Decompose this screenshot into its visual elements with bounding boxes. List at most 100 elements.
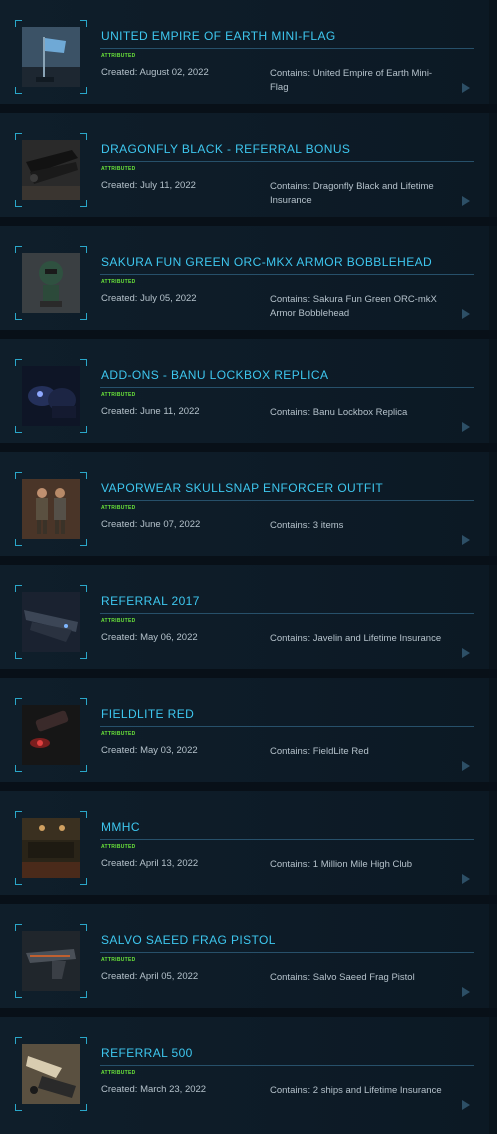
title-divider <box>100 48 474 49</box>
thumbnail-frame[interactable] <box>15 924 87 998</box>
expand-arrow-icon[interactable] <box>462 1100 470 1110</box>
item-separator <box>0 443 497 452</box>
javelin-thumbnail <box>22 592 80 652</box>
thumbnail-frame[interactable] <box>15 133 87 207</box>
thumbnail-frame[interactable] <box>15 1037 87 1111</box>
contains-text: Contains: 3 items <box>270 520 344 531</box>
contains-text: Contains: Sakura Fun Green ORC-mkX Armor… <box>270 294 437 319</box>
item-title[interactable]: REFERRAL 500 <box>101 1046 193 1060</box>
item-title[interactable]: SALVO SAEED FRAG PISTOL <box>101 933 276 947</box>
contains-text: Contains: Salvo Saeed Frag Pistol <box>270 972 415 983</box>
item-title[interactable]: DRAGONFLY BLACK - REFERRAL BONUS <box>101 142 350 156</box>
expand-arrow-icon[interactable] <box>462 196 470 206</box>
pledge-item[interactable]: SAKURA FUN GREEN ORC-MKX ARMOR BOBBLEHEA… <box>0 226 489 330</box>
expand-arrow-icon[interactable] <box>462 535 470 545</box>
thumbnail-frame[interactable] <box>15 20 87 94</box>
status-badge: ATTRIBUTED <box>101 1070 136 1076</box>
item-separator <box>0 1008 497 1017</box>
lockbox-thumbnail <box>22 366 80 426</box>
thumbnail-frame[interactable] <box>15 811 87 885</box>
status-badge: ATTRIBUTED <box>101 618 136 624</box>
thumbnail-frame[interactable] <box>15 472 87 546</box>
thumbnail-frame[interactable] <box>15 359 87 433</box>
expand-arrow-icon[interactable] <box>462 874 470 884</box>
pledge-item[interactable]: ADD-ONS - BANU LOCKBOX REPLICA ATTRIBUTE… <box>0 339 489 443</box>
item-separator <box>0 782 497 791</box>
dragonfly-thumbnail <box>22 140 80 200</box>
expand-arrow-icon[interactable] <box>462 422 470 432</box>
bobblehead-thumbnail <box>22 253 80 313</box>
title-divider <box>100 839 474 840</box>
item-separator <box>0 330 497 339</box>
created-date: Created: June 07, 2022 <box>101 519 201 530</box>
status-badge: ATTRIBUTED <box>101 731 136 737</box>
contains-text: Contains: United Empire of Earth Mini-Fl… <box>270 68 433 93</box>
item-title[interactable]: UNITED EMPIRE OF EARTH MINI-FLAG <box>101 29 336 43</box>
expand-arrow-icon[interactable] <box>462 648 470 658</box>
expand-arrow-icon[interactable] <box>462 83 470 93</box>
club-thumbnail <box>22 818 80 878</box>
title-divider <box>100 613 474 614</box>
pledge-item[interactable]: REFERRAL 2017 ATTRIBUTED Created: May 06… <box>0 565 489 669</box>
pistol-thumbnail <box>22 931 80 991</box>
contains-text: Contains: Javelin and Lifetime Insurance <box>270 633 442 644</box>
item-title[interactable]: FIELDLITE RED <box>101 707 194 721</box>
item-title[interactable]: SAKURA FUN GREEN ORC-MKX ARMOR BOBBLEHEA… <box>101 255 432 269</box>
title-divider <box>100 952 474 953</box>
fieldlite-thumbnail <box>22 705 80 765</box>
item-separator <box>0 895 497 904</box>
item-title[interactable]: REFERRAL 2017 <box>101 594 200 608</box>
status-badge: ATTRIBUTED <box>101 957 136 963</box>
item-separator <box>0 669 497 678</box>
referral-ships-thumbnail <box>22 1044 80 1104</box>
contains-text: Contains: 1 Million Mile High Club <box>270 859 413 870</box>
pledge-item[interactable]: SALVO SAEED FRAG PISTOL ATTRIBUTED Creat… <box>0 904 489 1008</box>
item-title[interactable]: MMHC <box>101 820 140 834</box>
pledge-item[interactable]: UNITED EMPIRE OF EARTH MINI-FLAG ATTRIBU… <box>0 0 489 104</box>
title-divider <box>100 274 474 275</box>
status-badge: ATTRIBUTED <box>101 53 136 59</box>
created-date: Created: March 23, 2022 <box>101 1084 207 1095</box>
expand-arrow-icon[interactable] <box>462 761 470 771</box>
created-date: Created: June 11, 2022 <box>101 406 200 417</box>
thumbnail-frame[interactable] <box>15 585 87 659</box>
status-badge: ATTRIBUTED <box>101 505 136 511</box>
pledge-item[interactable]: REFERRAL 500 ATTRIBUTED Created: March 2… <box>0 1017 489 1134</box>
created-date: Created: April 05, 2022 <box>101 971 199 982</box>
item-separator <box>0 104 497 113</box>
created-date: Created: May 03, 2022 <box>101 745 198 756</box>
title-divider <box>100 387 474 388</box>
outfit-thumbnail <box>22 479 80 539</box>
expand-arrow-icon[interactable] <box>462 309 470 319</box>
contains-text: Contains: Banu Lockbox Replica <box>270 407 408 418</box>
item-separator <box>0 556 497 565</box>
pledge-list: UNITED EMPIRE OF EARTH MINI-FLAG ATTRIBU… <box>0 0 497 1134</box>
contains-text: Contains: Dragonfly Black and Lifetime I… <box>270 181 434 206</box>
title-divider <box>100 1065 474 1066</box>
status-badge: ATTRIBUTED <box>101 844 136 850</box>
thumbnail-frame[interactable] <box>15 698 87 772</box>
title-divider <box>100 161 474 162</box>
title-divider <box>100 726 474 727</box>
pledge-item[interactable]: FIELDLITE RED ATTRIBUTED Created: May 03… <box>0 678 489 782</box>
expand-arrow-icon[interactable] <box>462 987 470 997</box>
title-divider <box>100 500 474 501</box>
item-title[interactable]: ADD-ONS - BANU LOCKBOX REPLICA <box>101 368 328 382</box>
created-date: Created: July 05, 2022 <box>101 293 197 304</box>
created-date: Created: May 06, 2022 <box>101 632 198 643</box>
status-badge: ATTRIBUTED <box>101 392 136 398</box>
created-date: Created: August 02, 2022 <box>101 67 209 78</box>
pledge-item[interactable]: VAPORWEAR SKULLSNAP ENFORCER OUTFIT ATTR… <box>0 452 489 556</box>
created-date: Created: July 11, 2022 <box>101 180 196 191</box>
created-date: Created: April 13, 2022 <box>101 858 199 869</box>
status-badge: ATTRIBUTED <box>101 279 136 285</box>
flag-thumbnail <box>22 27 80 87</box>
thumbnail-frame[interactable] <box>15 246 87 320</box>
pledge-item[interactable]: MMHC ATTRIBUTED Created: April 13, 2022 … <box>0 791 489 895</box>
contains-text: Contains: FieldLite Red <box>270 746 369 757</box>
item-separator <box>0 217 497 226</box>
status-badge: ATTRIBUTED <box>101 166 136 172</box>
pledge-item[interactable]: DRAGONFLY BLACK - REFERRAL BONUS ATTRIBU… <box>0 113 489 217</box>
contains-text: Contains: 2 ships and Lifetime Insurance <box>270 1085 442 1096</box>
item-title[interactable]: VAPORWEAR SKULLSNAP ENFORCER OUTFIT <box>101 481 383 495</box>
